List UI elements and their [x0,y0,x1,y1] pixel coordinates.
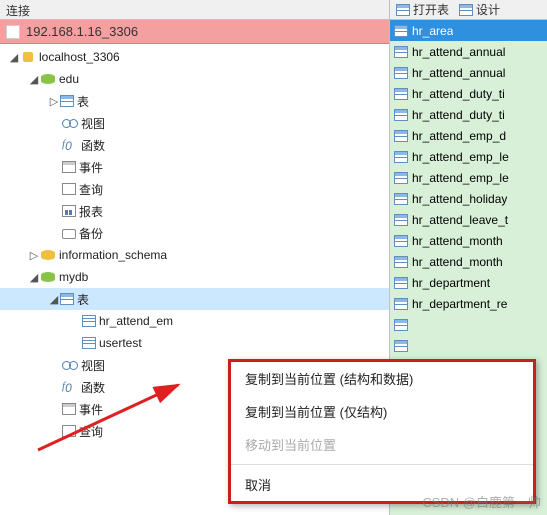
table-name: hr_area [412,24,453,38]
backup-icon [62,227,76,239]
collapse-icon[interactable]: ◢ [8,51,20,64]
tree-db-mydb[interactable]: ◢ mydb [0,266,389,288]
table-name: hr_attend_month [412,255,503,269]
table-icon [82,337,96,349]
collapse-icon[interactable]: ◢ [28,73,40,86]
remote-connection-bar[interactable]: 192.168.1.16_3306 [0,20,389,44]
table-name: hr_attend_duty_ti [412,87,505,101]
table-icon [394,46,408,58]
menu-copy-struct-data[interactable]: 复制到当前位置 (结构和数据) [231,362,533,395]
table-list-row[interactable] [390,314,547,335]
table-name: hr_attend_leave_t [412,213,508,227]
table-name: hr_attend_emp_d [412,129,506,143]
function-icon: f0 [62,138,78,152]
context-menu: 复制到当前位置 (结构和数据) 复制到当前位置 (仅结构) 移动到当前位置 取消 [228,359,536,504]
table-list-row[interactable]: hr_attend_annual [390,62,547,83]
table-list-row[interactable] [390,335,547,356]
table-list-row[interactable]: hr_attend_duty_ti [390,104,547,125]
table-icon [394,88,408,100]
table-icon [394,109,408,121]
table-icon [394,25,408,37]
server-icon [6,25,20,39]
tree-mydb-tables[interactable]: ◢ 表 [0,288,389,310]
connections-tab[interactable]: 连接 [0,0,389,20]
tables-icon [60,293,74,305]
table-list-row[interactable]: hr_department [390,272,547,293]
tree-db-edu[interactable]: ◢ edu [0,68,389,90]
table-icon [394,172,408,184]
tree-views[interactable]: 视图 [0,112,389,134]
table-icon [394,151,408,163]
table-list-row[interactable]: hr_attend_duty_ti [390,83,547,104]
views-icon [62,360,78,370]
tree-functions[interactable]: f0 函数 [0,134,389,156]
collapse-icon[interactable]: ◢ [28,271,40,284]
table-list-row[interactable]: hr_attend_annual [390,41,547,62]
menu-separator [231,464,533,465]
tree-table-item[interactable]: usertest [0,332,389,354]
table-list-row[interactable]: hr_area [390,20,547,41]
table-name: hr_attend_emp_le [412,150,509,164]
table-list-row[interactable]: hr_department_re [390,293,547,314]
table-list-row[interactable]: hr_attend_leave_t [390,209,547,230]
table-icon [394,67,408,79]
expand-icon[interactable]: ▷ [28,249,40,262]
table-name: hr_attend_annual [412,66,505,80]
table-name: hr_attend_emp_le [412,171,509,185]
tree-queries[interactable]: 查询 [0,178,389,200]
tree-backup[interactable]: 备份 [0,222,389,244]
database-icon [40,270,56,284]
menu-copy-struct[interactable]: 复制到当前位置 (仅结构) [231,395,533,428]
table-list-row[interactable]: hr_attend_holiday [390,188,547,209]
table-icon [82,315,96,327]
tree-db-infoschema[interactable]: ▷ information_schema [0,244,389,266]
table-list-row[interactable]: hr_attend_emp_le [390,146,547,167]
table-icon [396,4,410,16]
table-list-row[interactable]: hr_attend_emp_d [390,125,547,146]
tree-reports[interactable]: 报表 [0,200,389,222]
design-table-button[interactable]: 设计 [459,1,500,18]
table-icon [394,130,408,142]
tree-events[interactable]: 事件 [0,156,389,178]
table-name: hr_attend_month [412,234,503,248]
table-icon [394,214,408,226]
watermark: CSDN @白鹿第一帅 [422,492,541,511]
table-name: hr_attend_annual [412,45,505,59]
query-icon [62,183,76,195]
table-icon [394,235,408,247]
tree-table-item[interactable]: hr_attend_em [0,310,389,332]
table-list-row[interactable]: hr_attend_month [390,230,547,251]
tree-localhost[interactable]: ◢ localhost_3306 [0,46,389,68]
server-icon [20,50,36,64]
table-name: hr_attend_holiday [412,192,507,206]
report-icon [62,205,76,217]
annotation-arrow [38,380,198,463]
table-icon [394,298,408,310]
table-icon [394,193,408,205]
table-list-row[interactable]: hr_attend_emp_le [390,167,547,188]
connection-label: 192.168.1.16_3306 [26,24,138,39]
toolbar: 打开表 设计 [390,0,547,20]
expand-icon[interactable]: ▷ [48,95,60,108]
database-icon [40,72,56,86]
open-table-button[interactable]: 打开表 [396,1,449,18]
table-icon [459,4,473,16]
event-icon [62,161,76,173]
table-icon [394,340,408,352]
tables-icon [60,95,74,107]
table-name: hr_department_re [412,297,507,311]
collapse-icon[interactable]: ◢ [48,293,60,306]
table-icon [394,277,408,289]
tree-tables[interactable]: ▷ 表 [0,90,389,112]
table-list-row[interactable]: hr_attend_month [390,251,547,272]
menu-move: 移动到当前位置 [231,428,533,461]
table-name: hr_department [412,276,490,290]
table-name: hr_attend_duty_ti [412,108,505,122]
table-icon [394,319,408,331]
views-icon [62,118,78,128]
database-icon [40,248,56,262]
table-icon [394,256,408,268]
